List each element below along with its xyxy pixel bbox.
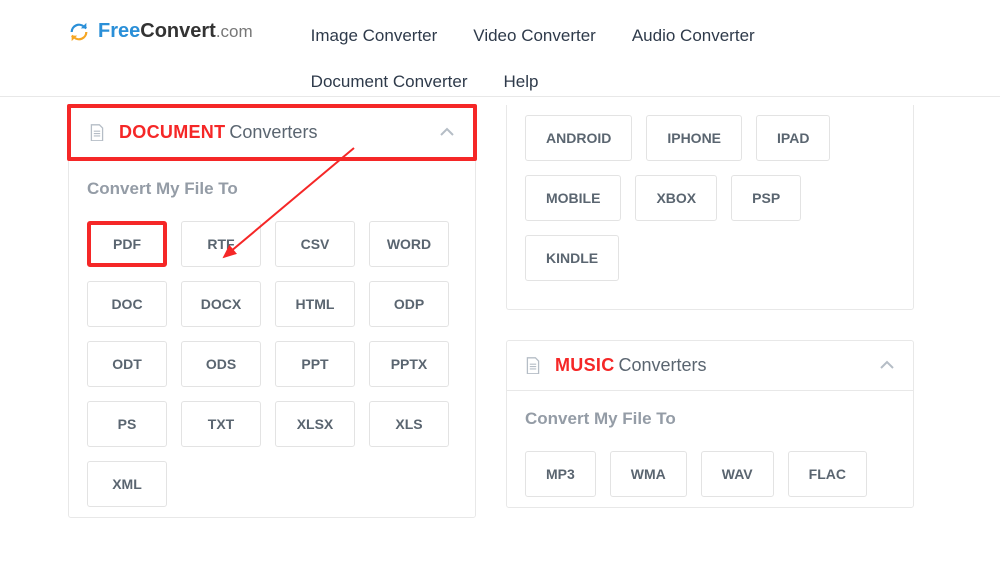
nav-document-converter[interactable]: Document Converter — [293, 64, 486, 100]
chip-mp3[interactable]: MP3 — [525, 451, 596, 497]
right-column: ANDROID IPHONE IPAD MOBILE XBOX PSP KIND… — [506, 105, 914, 518]
logo-convert: Convert — [140, 20, 216, 43]
chip-xlsx[interactable]: XLSX — [275, 401, 355, 447]
chip-doc[interactable]: DOC — [87, 281, 167, 327]
chip-xbox[interactable]: XBOX — [635, 175, 717, 221]
chip-xls[interactable]: XLS — [369, 401, 449, 447]
document-panel-header[interactable]: DOCUMENT Converters — [67, 104, 477, 161]
site-header: FreeConvert.com Image Converter Video Co… — [0, 0, 1000, 97]
nav-video-converter[interactable]: Video Converter — [455, 18, 614, 54]
chip-odt[interactable]: ODT — [87, 341, 167, 387]
chip-iphone[interactable]: IPHONE — [646, 115, 742, 161]
chevron-up-icon[interactable] — [879, 357, 895, 375]
chip-rtf[interactable]: RTF — [181, 221, 261, 267]
chip-pptx[interactable]: PPTX — [369, 341, 449, 387]
document-title-highlight: DOCUMENT — [119, 122, 225, 143]
nav-audio-converter[interactable]: Audio Converter — [614, 18, 773, 54]
music-panel-header[interactable]: MUSIC Converters — [507, 341, 913, 391]
chip-wav[interactable]: WAV — [701, 451, 774, 497]
chip-docx[interactable]: DOCX — [181, 281, 261, 327]
nav-help[interactable]: Help — [486, 64, 557, 100]
music-chips: MP3 WMA WAV FLAC — [525, 451, 895, 497]
chip-xml[interactable]: XML — [87, 461, 167, 507]
chip-pdf[interactable]: PDF — [87, 221, 167, 267]
chip-ps[interactable]: PS — [87, 401, 167, 447]
primary-nav: Image Converter Video Converter Audio Co… — [293, 18, 943, 100]
document-subtitle: Convert My File To — [87, 179, 457, 199]
main-content: DOCUMENT Converters Convert My File To P… — [0, 97, 1000, 518]
music-title-rest: Converters — [619, 355, 707, 376]
device-converters-panel: ANDROID IPHONE IPAD MOBILE XBOX PSP KIND… — [506, 105, 914, 310]
chip-csv[interactable]: CSV — [275, 221, 355, 267]
logo-free: Free — [98, 20, 140, 43]
nav-image-converter[interactable]: Image Converter — [293, 18, 456, 54]
chip-flac[interactable]: FLAC — [788, 451, 867, 497]
chip-kindle[interactable]: KINDLE — [525, 235, 619, 281]
document-converters-panel: DOCUMENT Converters Convert My File To P… — [68, 105, 476, 518]
logo-com: .com — [216, 22, 253, 42]
document-chips: PDF RTF CSV WORD DOC DOCX HTML ODP ODT O… — [87, 221, 457, 507]
music-title-highlight: MUSIC — [555, 355, 615, 376]
chip-ods[interactable]: ODS — [181, 341, 261, 387]
device-chips: ANDROID IPHONE IPAD MOBILE XBOX PSP KIND… — [525, 115, 895, 281]
chip-odp[interactable]: ODP — [369, 281, 449, 327]
document-icon — [89, 124, 105, 142]
music-subtitle: Convert My File To — [525, 409, 895, 429]
chip-word[interactable]: WORD — [369, 221, 449, 267]
music-converters-panel: MUSIC Converters Convert My File To MP3 … — [506, 340, 914, 508]
chip-wma[interactable]: WMA — [610, 451, 687, 497]
document-title-rest: Converters — [229, 122, 317, 143]
logo[interactable]: FreeConvert.com — [68, 20, 253, 43]
music-panel-body: Convert My File To MP3 WMA WAV FLAC — [507, 391, 913, 507]
chip-ipad[interactable]: IPAD — [756, 115, 830, 161]
chip-mobile[interactable]: MOBILE — [525, 175, 621, 221]
chip-android[interactable]: ANDROID — [525, 115, 632, 161]
chip-psp[interactable]: PSP — [731, 175, 801, 221]
chip-ppt[interactable]: PPT — [275, 341, 355, 387]
chip-html[interactable]: HTML — [275, 281, 355, 327]
chip-txt[interactable]: TXT — [181, 401, 261, 447]
document-icon — [525, 357, 541, 375]
refresh-icon — [68, 21, 90, 43]
chevron-up-icon[interactable] — [439, 124, 455, 142]
document-panel-body: Convert My File To PDF RTF CSV WORD DOC … — [69, 161, 475, 517]
